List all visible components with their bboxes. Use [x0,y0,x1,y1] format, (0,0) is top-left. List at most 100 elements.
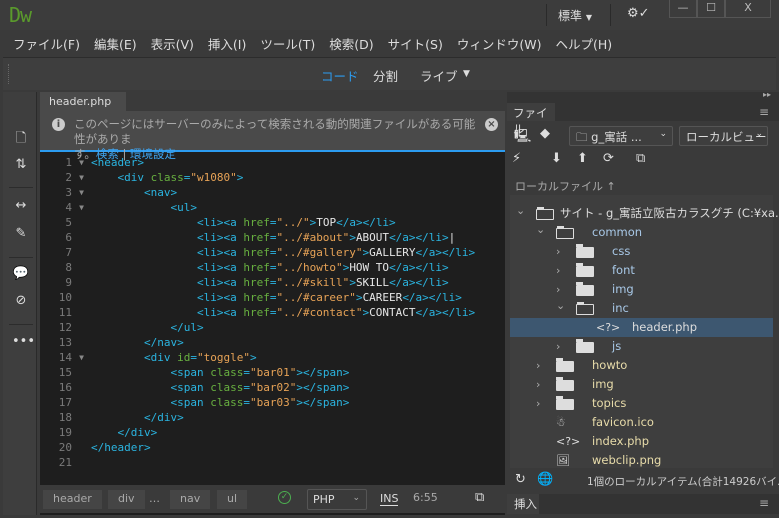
tree-item[interactable]: › js [510,337,773,356]
tree-item[interactable]: ⌄ サイト - g_寓話立阪古カラスグチ (C:¥xa... [510,201,779,223]
insert-mode[interactable]: INS [380,492,399,506]
code-line[interactable]: 12 </ul> [40,320,505,335]
breadcrumb-ul[interactable]: ul [217,490,248,509]
tab-header-php[interactable]: header.php ✖ [40,92,126,121]
code-lines[interactable]: 1 ▼ <header> 2 ▼ <div class = "w1080" >3 ▼ <nav>… [40,155,505,470]
code-line[interactable]: 11 <li><a href = "../#contact" > CONTACT </a>… [40,305,505,320]
menu-insert[interactable]: 挿入(I) [202,30,252,55]
globe-icon[interactable]: 🌐 [537,472,553,487]
file-icon[interactable]: 🗋 [12,129,30,151]
live-view-button[interactable]: ライブ [420,66,458,85]
minimize-button[interactable]: — [669,0,697,18]
chevron-down-icon[interactable]: ▼ [463,69,470,79]
tree-item[interactable]: › css [510,242,773,261]
code-line[interactable]: 9 <li><a href = "../#skill" > SKILL </a></li> [40,275,505,290]
code-line[interactable]: 5 <li><a href = "../" > TOP </a></li> [40,215,505,230]
tab-files[interactable]: ファイル [507,103,555,136]
code-line[interactable]: 10 <li><a href = "../#career" > CAREER </a></… [40,290,505,305]
get-files-icon[interactable]: ⬇ [551,151,562,166]
tree-item[interactable]: 🖼 webclip.png [510,451,773,470]
chevron-down-icon[interactable]: ⌄ [536,220,545,239]
code-line[interactable]: 4 ▼ <ul> [40,200,505,215]
menu-view[interactable]: 表示(V) [145,30,200,55]
fold-arrow-icon[interactable]: ▼ [72,350,91,365]
panel-menu-icon[interactable]: ≡ [759,496,769,510]
menu-help[interactable]: ヘルプ(H) [549,30,618,55]
chevron-right-icon[interactable]: › [556,242,560,261]
expand-icon[interactable]: ↔ [12,198,30,213]
gear-check-icon[interactable]: ⚙✓ [627,6,650,21]
collapse-panel-icon[interactable]: ▸▸ [763,90,771,99]
code-line[interactable]: 8 <li><a href = "../howto" > HOW TO </a></li> [40,260,505,275]
put-files-icon[interactable]: ⬆ [577,151,588,166]
menu-tools[interactable]: ツール(T) [254,30,321,55]
tree-item[interactable]: › topics [510,394,773,413]
code-line[interactable]: 17 <span class = "bar03" ></span> [40,395,505,410]
local-files-header[interactable]: ローカルファイル ↑ [515,178,616,194]
connect-server-icon[interactable]: 🖳 [514,127,531,149]
code-line[interactable]: 2 ▼ <div class = "w1080" > [40,170,505,185]
fold-arrow-icon[interactable]: ▼ [72,200,91,215]
remove-comment-icon[interactable]: ⊘ [12,293,30,308]
tree-item[interactable]: ⌄ common [510,223,773,242]
wrap-tag-icon[interactable]: ✎ [12,226,30,241]
code-line[interactable]: 3 ▼ <nav> [40,185,505,200]
code-line[interactable]: 15 <span class = "bar01" ></span> [40,365,505,380]
site-select[interactable]: 🗀 g_寓話 ... ⌄ [569,126,673,146]
workspace-switcher[interactable]: 標準 ▼ [558,7,592,24]
code-line[interactable]: 6 <li><a href = "../#about" > ABOUT </a></li>… [40,230,505,245]
breadcrumb-nav[interactable]: nav [170,490,211,509]
close-info-icon[interactable]: × [485,118,498,131]
code-line[interactable]: 19 </div> [40,425,505,440]
fold-arrow-icon[interactable]: ▼ [72,170,91,185]
fold-arrow-icon[interactable]: ▼ [72,185,91,200]
code-line[interactable]: 13 </nav> [40,335,505,350]
panel-menu-icon[interactable]: ≡ [759,105,769,119]
tree-item[interactable]: › font [510,261,773,280]
menu-edit[interactable]: 編集(E) [88,30,143,55]
chevron-right-icon[interactable]: › [556,261,560,280]
sort-arrows-icon[interactable]: ⇅ [12,157,30,172]
chevron-right-icon[interactable]: › [536,375,540,394]
chevron-down-icon[interactable]: ⌄ [516,201,525,220]
menu-site[interactable]: サイト(S) [382,30,449,55]
code-line[interactable]: 16 <span class = "bar02" ></span> [40,380,505,395]
git-icon[interactable]: ◆ [540,126,550,141]
chevron-right-icon[interactable]: › [536,356,540,375]
tab-insert[interactable]: 挿入 [507,494,539,514]
disconnect-icon[interactable]: ⚡ [512,151,521,166]
menu-window[interactable]: ウィンドウ(W) [451,30,548,55]
menu-find[interactable]: 検索(D) [323,30,379,55]
expand-panel-icon[interactable]: ⧉ [636,151,645,166]
tree-item[interactable]: ⌄ inc [510,299,773,318]
refresh-icon[interactable]: ↻ [515,472,526,487]
comment-icon[interactable]: 💬 [12,266,30,281]
tree-item[interactable]: › howto [510,356,773,375]
fold-arrow-icon[interactable]: ▼ [72,155,91,170]
tree-item[interactable]: › img [510,375,773,394]
device-preview-icon[interactable]: ⧉ [475,490,484,505]
valid-check-icon[interactable]: ✓ [278,491,291,504]
close-button[interactable]: X [725,0,771,18]
chevron-down-icon[interactable]: ⌄ [556,296,565,315]
code-view-button[interactable]: コード [321,66,359,85]
chevron-right-icon[interactable]: › [536,394,540,413]
tree-item[interactable]: <?> header.php [510,318,773,337]
maximize-button[interactable]: ☐ [697,0,725,18]
code-line[interactable]: 20 </header> [40,440,505,455]
code-line[interactable]: 21 [40,455,505,470]
code-line[interactable]: 7 <li><a href = "../#gallery" > GALLERY </a><… [40,245,505,260]
breadcrumb-ellipsis[interactable]: … [149,492,160,505]
refresh-icon[interactable]: ⟳ [603,151,614,166]
code-line[interactable]: 14 ▼ <div id = "toggle" > [40,350,505,365]
menu-file[interactable]: ファイル(F) [7,30,86,55]
breadcrumb-header[interactable]: header [43,490,102,509]
code-line[interactable]: 1 ▼ <header> [40,155,505,170]
view-select[interactable]: ローカルビュー ⌄ [679,126,768,146]
tree-item[interactable]: <?> index.php [510,432,773,451]
chevron-right-icon[interactable]: › [556,337,560,356]
breadcrumb-div[interactable]: div [108,490,145,509]
tree-item[interactable]: › img [510,280,773,299]
more-icon[interactable]: ••• [12,334,35,349]
split-view-button[interactable]: 分割 [373,66,398,85]
